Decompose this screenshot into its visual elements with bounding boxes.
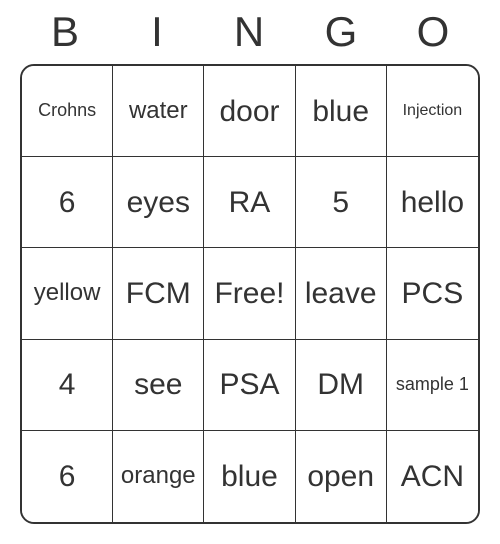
- bingo-cell[interactable]: Injection: [387, 66, 478, 157]
- bingo-cell[interactable]: yellow: [22, 248, 113, 339]
- bingo-cell[interactable]: RA: [204, 157, 295, 248]
- header-letter-i: I: [112, 8, 204, 56]
- bingo-cell[interactable]: ACN: [387, 431, 478, 522]
- bingo-cell[interactable]: blue: [296, 66, 387, 157]
- header-letter-b: B: [20, 8, 112, 56]
- bingo-cell[interactable]: open: [296, 431, 387, 522]
- bingo-header: B I N G O: [20, 8, 480, 56]
- bingo-cell[interactable]: eyes: [113, 157, 204, 248]
- bingo-cell[interactable]: water: [113, 66, 204, 157]
- bingo-cell[interactable]: sample 1: [387, 340, 478, 431]
- bingo-cell[interactable]: FCM: [113, 248, 204, 339]
- bingo-cell[interactable]: Crohns: [22, 66, 113, 157]
- bingo-cell[interactable]: blue: [204, 431, 295, 522]
- header-letter-n: N: [204, 8, 296, 56]
- header-letter-g: G: [296, 8, 388, 56]
- bingo-cell[interactable]: see: [113, 340, 204, 431]
- bingo-cell[interactable]: DM: [296, 340, 387, 431]
- bingo-cell[interactable]: orange: [113, 431, 204, 522]
- bingo-cell[interactable]: door: [204, 66, 295, 157]
- bingo-cell[interactable]: PCS: [387, 248, 478, 339]
- bingo-cell[interactable]: hello: [387, 157, 478, 248]
- bingo-cell[interactable]: leave: [296, 248, 387, 339]
- bingo-cell-free[interactable]: Free!: [204, 248, 295, 339]
- bingo-grid: Crohns water door blue Injection 6 eyes …: [20, 64, 480, 524]
- bingo-cell[interactable]: 6: [22, 157, 113, 248]
- bingo-cell[interactable]: 4: [22, 340, 113, 431]
- header-letter-o: O: [388, 8, 480, 56]
- bingo-cell[interactable]: 5: [296, 157, 387, 248]
- bingo-cell[interactable]: PSA: [204, 340, 295, 431]
- bingo-cell[interactable]: 6: [22, 431, 113, 522]
